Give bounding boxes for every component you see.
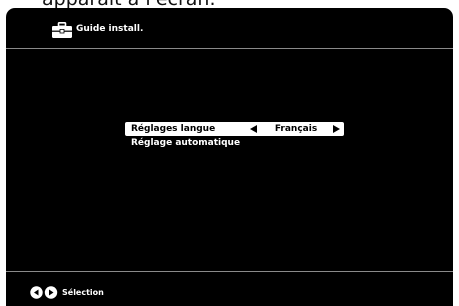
menu-title: Guide install. <box>76 24 144 34</box>
setup-menu: Réglages langue Français Réglage automat… <box>125 122 344 150</box>
menu-item-label: Réglage automatique <box>131 138 241 148</box>
manual-page: apparaît à l'écran. Guide install. Régla… <box>0 0 459 306</box>
header-divider <box>6 48 453 49</box>
right-button-icon <box>44 286 58 299</box>
menu-item-auto-tuning[interactable]: Réglage automatique <box>125 136 344 150</box>
menu-item-label: Réglages langue <box>131 124 216 134</box>
language-value: Français <box>274 124 318 134</box>
menu-item-language-settings[interactable]: Réglages langue Français <box>125 122 344 136</box>
arrow-right-icon[interactable] <box>333 125 340 133</box>
left-right-buttons-icon <box>30 286 58 299</box>
footer-hint-label: Sélection <box>62 288 104 297</box>
footer-divider <box>6 271 453 272</box>
toolbox-icon <box>52 22 72 38</box>
left-button-icon <box>30 286 43 299</box>
menu-header: Guide install. <box>6 8 453 48</box>
tv-screen: Guide install. Réglages langue Français … <box>6 8 453 306</box>
arrow-left-icon[interactable] <box>250 125 257 133</box>
